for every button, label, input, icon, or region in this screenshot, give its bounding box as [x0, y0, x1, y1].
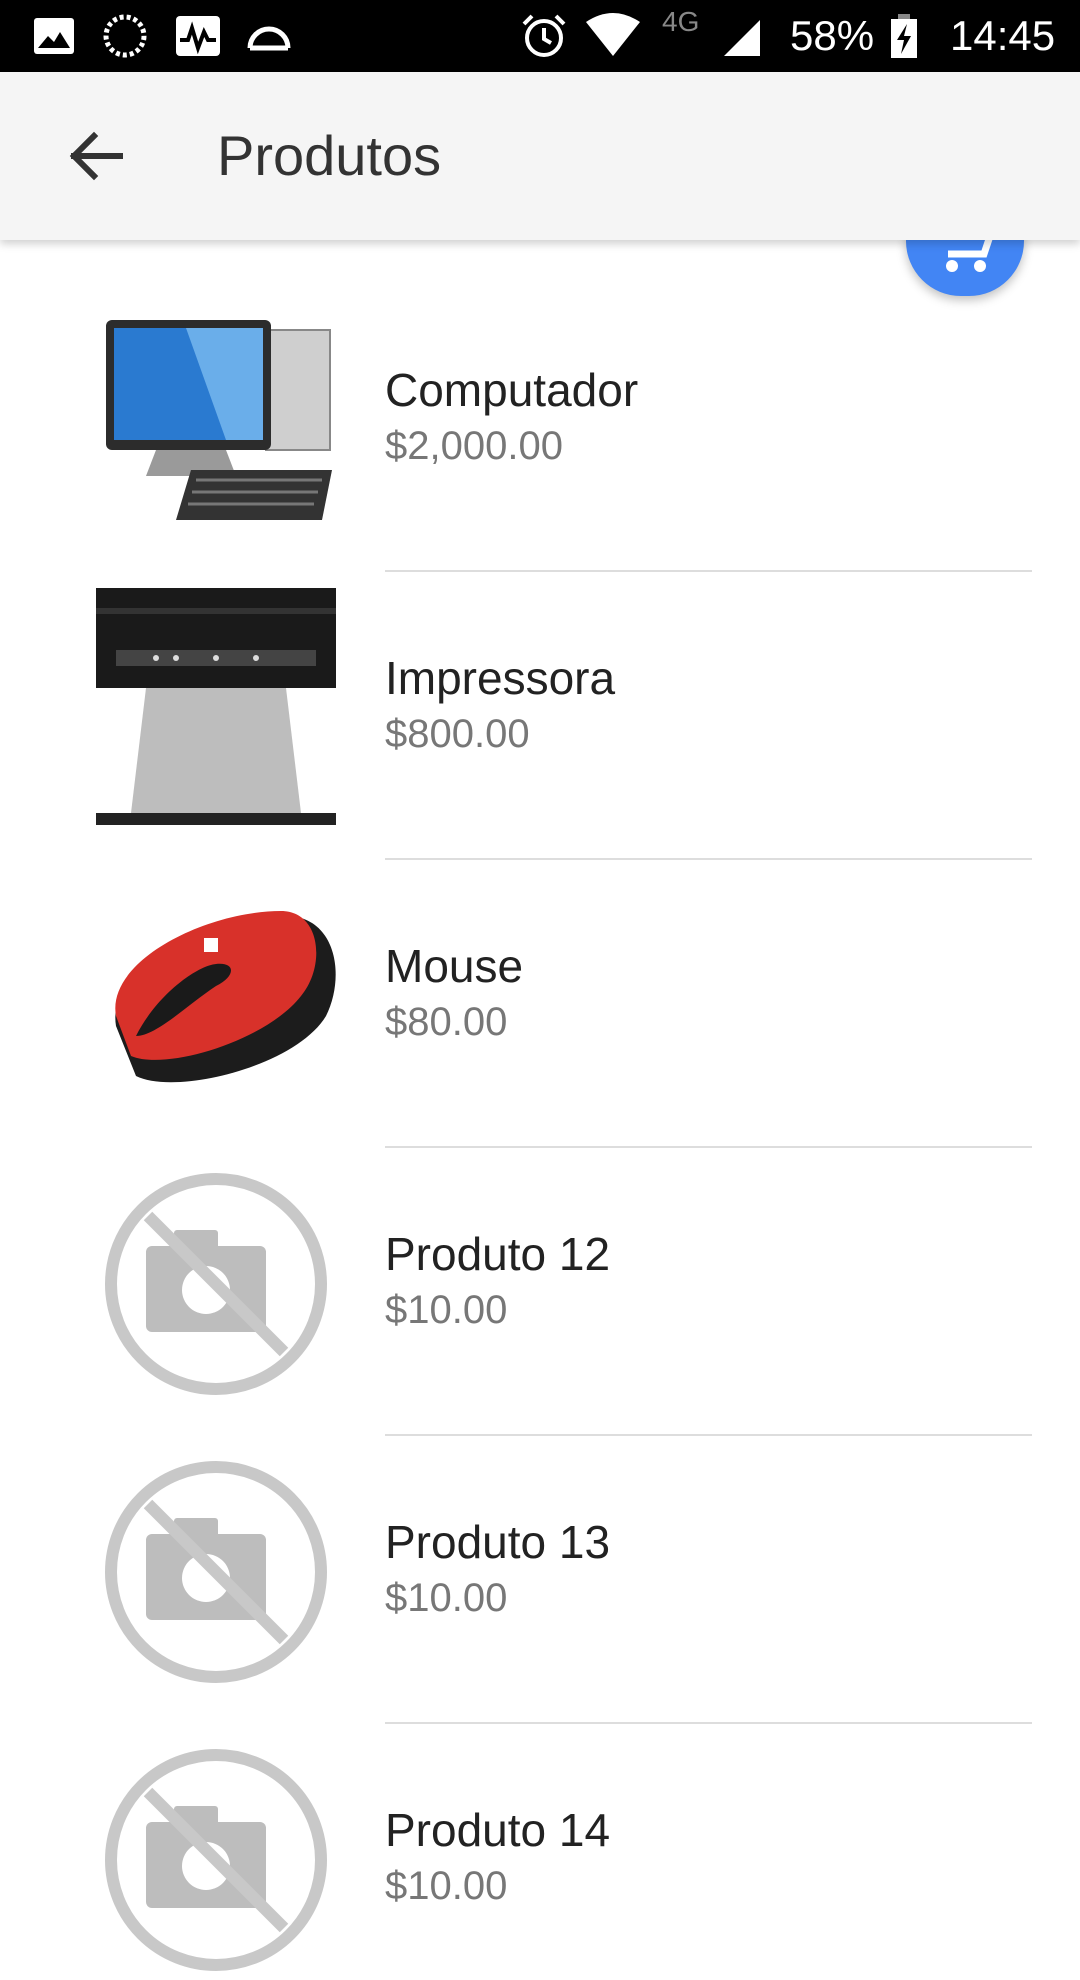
clock: 14:45 [950, 12, 1056, 59]
computer-image [106, 320, 332, 520]
page-title: Produtos [217, 124, 442, 187]
product-name: Produto 14 [385, 1804, 611, 1856]
product-price: $800.00 [385, 712, 530, 756]
list-item[interactable]: Produto 12 $10.00 [0, 1104, 1080, 1436]
no-photo-icon [105, 1749, 327, 1971]
product-price: $80.00 [385, 1000, 508, 1044]
list-item[interactable]: Produto 14 $10.00 [0, 1680, 1080, 1971]
cell-signal-icon [724, 20, 760, 56]
product-name: Produto 13 [385, 1516, 611, 1568]
back-button[interactable] [56, 116, 136, 196]
product-price: $10.00 [385, 1288, 508, 1332]
product-name: Mouse [385, 940, 524, 992]
product-price: $2,000.00 [385, 424, 563, 468]
app-bar: Produtos [0, 72, 1080, 240]
product-list: Computador $2,000.00 Impressora $800.00 … [0, 240, 1080, 1971]
no-photo-icon [105, 1173, 327, 1395]
battery-charging-icon [891, 14, 917, 58]
status-bar: 4G 58% 14:45 [0, 0, 1080, 72]
printer-image [96, 588, 336, 825]
mouse-image [115, 911, 336, 1083]
no-photo-icon [105, 1461, 327, 1683]
arrow-back-icon [69, 131, 123, 181]
activity-notification-icon [176, 16, 220, 56]
alarm-icon [522, 14, 566, 57]
list-item[interactable]: Mouse $80.00 [0, 816, 1080, 1148]
network-type-label: 4G [662, 6, 700, 37]
product-name: Computador [385, 364, 639, 416]
wifi-icon [586, 13, 640, 56]
product-price: $10.00 [385, 1864, 508, 1908]
product-price: $10.00 [385, 1576, 508, 1620]
gallery-notification-icon [34, 18, 74, 54]
list-item[interactable]: Produto 13 $10.00 [0, 1392, 1080, 1724]
product-name: Produto 12 [385, 1228, 611, 1280]
sync-notification-icon [103, 14, 147, 58]
battery-percent: 58% [790, 12, 875, 59]
headset-notification-icon [247, 26, 291, 51]
list-item[interactable]: Impressora $800.00 [0, 528, 1080, 860]
product-name: Impressora [385, 652, 616, 704]
